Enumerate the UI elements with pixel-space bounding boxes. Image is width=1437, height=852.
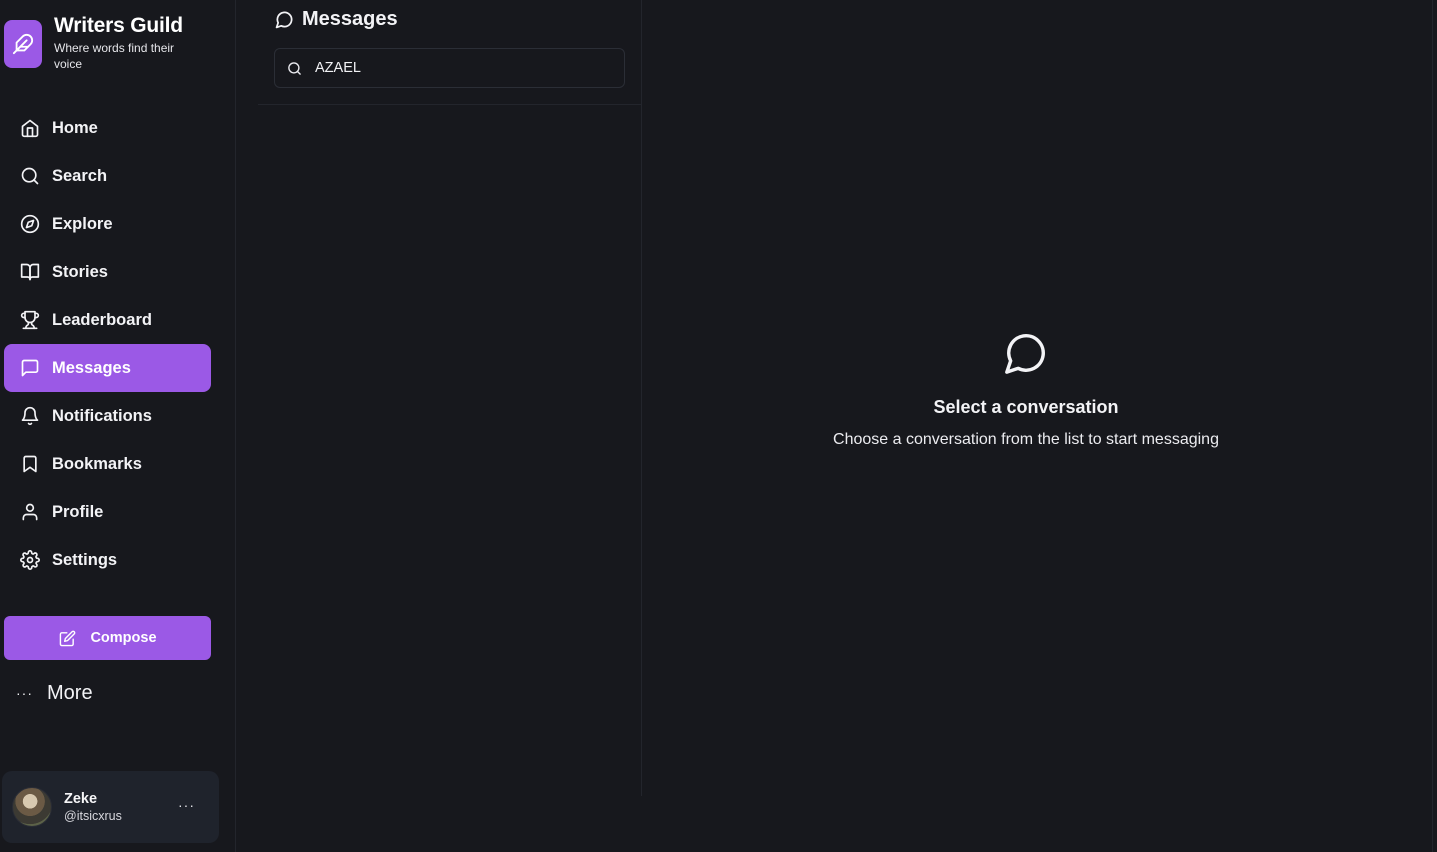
brand-title: Writers Guild — [54, 14, 183, 37]
bookmark-icon — [20, 454, 40, 474]
edit-icon — [58, 629, 76, 647]
sidebar-item-label: Stories — [52, 262, 108, 281]
compass-icon — [20, 214, 40, 234]
messages-panel: Messages — [258, 0, 642, 796]
brand-tagline: Where words find their voice — [54, 41, 175, 71]
sidebar-item-label: Bookmarks — [52, 454, 142, 473]
sidebar-item-stories[interactable]: Stories — [4, 248, 211, 296]
sidebar-item-label: Search — [52, 166, 108, 185]
sidebar-item-label: Profile — [52, 502, 104, 521]
message-circle-icon — [642, 330, 1410, 378]
more-horizontal-icon[interactable]: ··· — [178, 797, 195, 813]
gear-icon — [20, 550, 40, 570]
user-name: Zeke — [64, 791, 98, 807]
book-open-icon — [20, 262, 40, 282]
more-label: More — [47, 681, 93, 704]
sidebar-item-profile[interactable]: Profile — [4, 488, 211, 536]
more-horizontal-icon: ··· — [16, 685, 33, 701]
sidebar-item-bookmarks[interactable]: Bookmarks — [4, 440, 211, 488]
sidebar-item-search[interactable]: Search — [4, 152, 211, 200]
search-icon — [20, 166, 40, 186]
divider — [258, 104, 641, 105]
user-icon — [20, 502, 40, 522]
sidebar-item-label: Explore — [52, 214, 113, 233]
sidebar-nav: Home Search Explore Stories Leaderboard … — [4, 104, 211, 584]
home-icon — [20, 118, 40, 138]
empty-state: Select a conversation Choose a conversat… — [642, 330, 1410, 449]
sidebar-item-label: Messages — [52, 358, 131, 377]
sidebar-item-explore[interactable]: Explore — [4, 200, 211, 248]
divider — [1432, 0, 1433, 852]
sidebar-item-messages[interactable]: Messages — [4, 344, 211, 392]
search-input[interactable] — [315, 60, 615, 76]
sidebar-item-label: Home — [52, 118, 98, 137]
sidebar-item-label: Leaderboard — [52, 310, 152, 329]
sidebar-item-label: Settings — [52, 550, 118, 569]
sidebar-item-leaderboard[interactable]: Leaderboard — [4, 296, 211, 344]
app: Writers Guild Where words find their voi… — [0, 0, 1437, 852]
sidebar: Writers Guild Where words find their voi… — [0, 0, 236, 852]
user-card[interactable]: Zeke @itsicxrus ··· — [2, 771, 219, 843]
sidebar-item-home[interactable]: Home — [4, 104, 211, 152]
sidebar-item-settings[interactable]: Settings — [4, 536, 211, 584]
sidebar-item-label: Notifications — [52, 406, 152, 425]
compose-label: Compose — [90, 630, 157, 646]
sidebar-item-notifications[interactable]: Notifications — [4, 392, 211, 440]
message-circle-icon — [274, 9, 294, 29]
trophy-icon — [20, 310, 40, 330]
avatar — [12, 787, 52, 827]
search-icon — [287, 60, 303, 76]
compose-button[interactable]: Compose — [4, 616, 211, 660]
search-box[interactable] — [274, 48, 625, 88]
user-handle: @itsicxrus — [64, 809, 122, 823]
empty-state-subtitle: Choose a conversation from the list to s… — [833, 431, 1219, 448]
empty-state-title: Select a conversation — [933, 397, 1119, 417]
brand[interactable]: Writers Guild Where words find their voi… — [4, 14, 194, 72]
message-square-icon — [20, 358, 40, 378]
messages-header: Messages — [274, 6, 398, 32]
page-title: Messages — [302, 7, 398, 30]
more-button[interactable]: ··· More — [16, 678, 93, 708]
bell-icon — [20, 406, 40, 426]
feather-icon — [4, 20, 42, 68]
